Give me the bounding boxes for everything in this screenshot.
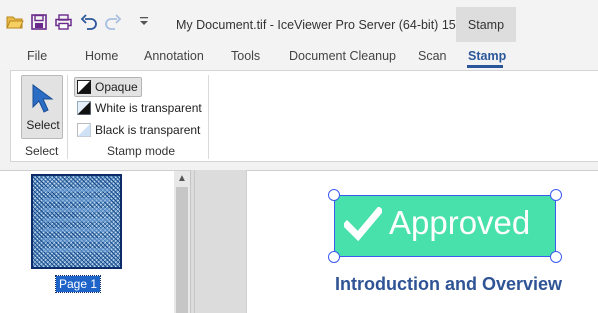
ribbon-panel: Select Select Opaque White is transparen… — [10, 70, 598, 162]
group-separator — [208, 75, 209, 159]
scrollbar-thumb[interactable] — [176, 187, 188, 313]
tab-stamp[interactable]: Stamp — [468, 49, 506, 63]
thumbnail-pane: Page 1 ▲ — [0, 170, 190, 313]
page-thumbnail-caption[interactable]: Page 1 — [54, 275, 102, 293]
tab-scan[interactable]: Scan — [418, 49, 447, 63]
ribbon-tabs: File Home Annotation Tools Document Clea… — [0, 42, 598, 70]
select-button[interactable]: Select — [21, 75, 63, 139]
ribbon-gap — [0, 162, 598, 170]
redo-icon[interactable] — [104, 13, 122, 31]
thumbnail-preview — [43, 188, 110, 258]
pointer-cursor-icon — [31, 84, 55, 117]
group-separator — [67, 75, 68, 159]
save-icon[interactable] — [30, 13, 48, 31]
print-icon[interactable] — [54, 13, 72, 31]
customize-dropdown-icon[interactable] — [138, 13, 150, 31]
opaque-mode-icon — [77, 80, 91, 94]
splitter-line — [194, 170, 195, 313]
resize-handle-top-left[interactable] — [328, 189, 340, 201]
tab-home[interactable]: Home — [85, 49, 118, 63]
stamp-context-tab[interactable]: Stamp — [456, 7, 516, 43]
select-button-label: Select — [26, 118, 60, 132]
tab-file[interactable]: File — [27, 49, 47, 63]
white-transparent-icon — [77, 101, 91, 115]
white-transparent-label: White is transparent — [95, 101, 202, 115]
tab-document-cleanup[interactable]: Document Cleanup — [289, 49, 396, 63]
resize-handle-bottom-right[interactable] — [550, 251, 562, 263]
opaque-option-label: Opaque — [95, 80, 138, 94]
window-title: My Document.tif - IceViewer Pro Server (… — [176, 18, 474, 32]
black-transparent-icon — [77, 123, 91, 137]
tab-annotation[interactable]: Annotation — [144, 49, 204, 63]
thumbnail-scrollbar[interactable]: ▲ — [174, 171, 190, 313]
page-thumbnail[interactable] — [31, 174, 122, 269]
active-tab-indicator — [467, 65, 503, 68]
black-transparent-option[interactable]: Black is transparent — [75, 120, 203, 140]
approved-stamp[interactable]: Approved — [334, 195, 556, 257]
tab-tools[interactable]: Tools — [231, 49, 260, 63]
checkmark-icon — [342, 206, 384, 244]
black-transparent-label: Black is transparent — [95, 123, 201, 137]
document-view[interactable]: Approved Introduction and Overview — [246, 170, 598, 313]
title-bar: My Document.tif - IceViewer Pro Server (… — [0, 0, 598, 43]
open-folder-icon[interactable] — [6, 13, 24, 31]
stamp-mode-group-label: Stamp mode — [107, 144, 176, 158]
document-heading: Introduction and Overview — [335, 274, 563, 294]
resize-handle-bottom-left[interactable] — [328, 251, 340, 263]
pane-splitter[interactable] — [190, 170, 246, 313]
stamp-text: Approved — [389, 204, 531, 241]
white-transparent-option[interactable]: White is transparent — [75, 98, 205, 118]
opaque-option[interactable]: Opaque — [74, 77, 142, 97]
select-group-label: Select — [25, 144, 59, 158]
undo-icon[interactable] — [80, 13, 98, 31]
scroll-up-icon[interactable]: ▲ — [177, 173, 187, 184]
resize-handle-top-right[interactable] — [550, 189, 562, 201]
